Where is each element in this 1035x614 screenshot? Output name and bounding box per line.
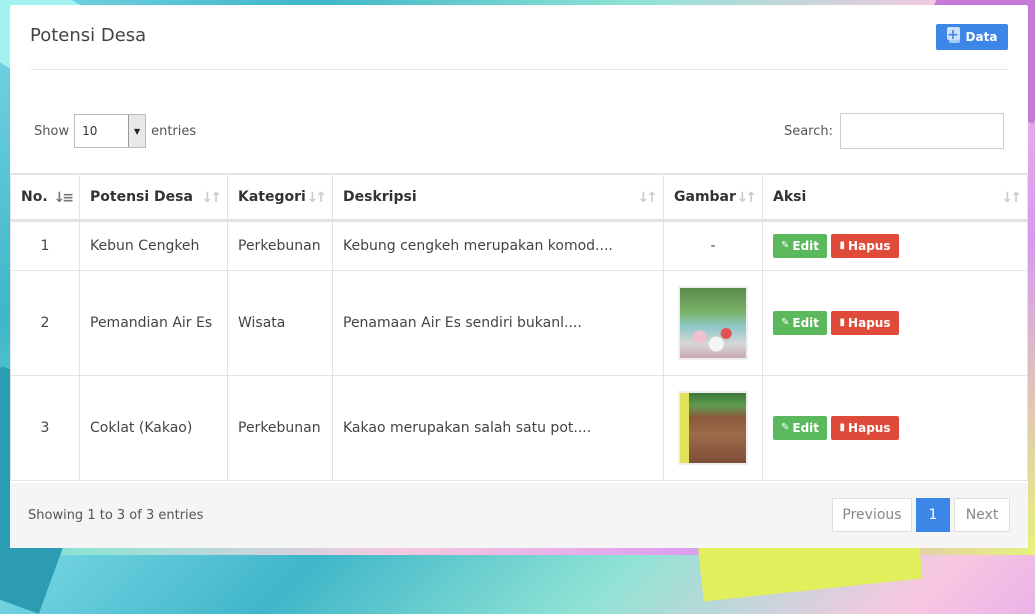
edit-button[interactable]: ✎ Edit: [773, 415, 827, 440]
content-panel: Potensi Desa Data Show 10 ▼ entries Sear…: [10, 5, 1028, 548]
cell-no: 2: [10, 269, 80, 376]
cell-potensi: Pemandian Air Es: [79, 269, 228, 376]
chevron-down-icon[interactable]: ▼: [128, 115, 146, 147]
next-page-button[interactable]: Next: [954, 498, 1010, 532]
pencil-icon: ✎: [780, 422, 790, 433]
pencil-icon: ✎: [780, 317, 790, 328]
add-icon: [946, 27, 961, 44]
sort-icon: ↓↑: [736, 190, 758, 206]
previous-page-button[interactable]: Previous: [832, 498, 912, 532]
cell-kategori: Wisata: [227, 269, 333, 376]
cell-deskripsi: Kakao merupakan salah satu pot....: [332, 374, 664, 481]
data-table: No. ↓≡ Potensi Desa ↓↑ Kategori ↓↑ Deskr…: [10, 173, 1028, 481]
table-header-row: No. ↓≡ Potensi Desa ↓↑ Kategori ↓↑ Deskr…: [10, 173, 1028, 222]
cell-gambar: [663, 269, 763, 376]
column-header-aksi[interactable]: Aksi ↓↑: [762, 173, 1028, 222]
column-header-gambar[interactable]: Gambar ↓↑: [663, 173, 763, 222]
delete-button[interactable]: ▮ Hapus: [831, 310, 899, 335]
edit-label: Edit: [792, 420, 820, 435]
edit-button[interactable]: ✎ Edit: [773, 233, 827, 258]
column-header-label: No.: [21, 188, 48, 205]
column-header-label: Potensi Desa: [90, 188, 193, 205]
column-header-label: Kategori: [238, 188, 306, 205]
cell-aksi: ✎ Edit ▮ Hapus: [762, 374, 1028, 481]
column-header-no[interactable]: No. ↓≡: [10, 173, 80, 222]
sort-icon: ↓↑: [201, 190, 223, 206]
entries-select[interactable]: 10 ▼: [74, 114, 147, 148]
column-header-label: Aksi: [773, 188, 807, 205]
cell-no: 1: [10, 219, 80, 271]
cell-gambar: -: [663, 219, 763, 271]
edit-label: Edit: [792, 315, 820, 330]
delete-label: Hapus: [848, 238, 891, 253]
column-header-potensi[interactable]: Potensi Desa ↓↑: [79, 173, 228, 222]
sort-icon: ↓↑: [637, 190, 659, 206]
sort-icon: ↓↑: [1001, 190, 1023, 206]
search-filter: Search:: [784, 113, 1004, 149]
search-input[interactable]: [840, 113, 1004, 149]
page-title: Potensi Desa: [30, 25, 147, 46]
edit-button[interactable]: ✎ Edit: [773, 310, 827, 335]
cell-deskripsi: Kebung cengkeh merupakan komod....: [332, 219, 664, 271]
table-footer: Showing 1 to 3 of 3 entries Previous 1 N…: [10, 483, 1028, 548]
table-row: 2 Pemandian Air Es Wisata Penamaan Air E…: [10, 269, 1028, 376]
column-header-label: Deskripsi: [343, 188, 417, 205]
pencil-icon: ✎: [780, 240, 790, 251]
pagination: Previous 1 Next: [832, 498, 1010, 532]
delete-button[interactable]: ▮ Hapus: [831, 415, 899, 440]
cell-kategori: Perkebunan: [227, 219, 333, 271]
column-header-kategori[interactable]: Kategori ↓↑: [227, 173, 333, 222]
column-header-deskripsi[interactable]: Deskripsi ↓↑: [332, 173, 664, 222]
kakao-thumbnail-image[interactable]: [678, 390, 748, 465]
cell-aksi: ✎ Edit ▮ Hapus: [762, 219, 1028, 271]
add-data-button[interactable]: Data: [936, 24, 1008, 50]
column-header-label: Gambar: [674, 188, 736, 205]
sort-icon: ↓↑: [306, 190, 328, 206]
table-row: 3 Coklat (Kakao) Perkebunan Kakao merupa…: [10, 374, 1028, 481]
trash-icon: ▮: [839, 317, 846, 328]
entries-info: Showing 1 to 3 of 3 entries: [28, 508, 204, 523]
delete-label: Hapus: [848, 315, 891, 330]
cell-gambar: [663, 374, 763, 481]
add-data-label: Data: [965, 30, 998, 44]
sort-asc-icon: ↓≡: [53, 190, 75, 206]
pool-thumbnail-image[interactable]: [678, 285, 748, 360]
cell-potensi: Coklat (Kakao): [79, 374, 228, 481]
table-controls: Show 10 ▼ entries Search:: [10, 113, 1028, 153]
trash-icon: ▮: [839, 422, 846, 433]
entries-length: Show 10 ▼ entries: [34, 113, 196, 149]
show-label: Show: [34, 123, 70, 139]
cell-potensi: Kebun Cengkeh: [79, 219, 228, 271]
cell-aksi: ✎ Edit ▮ Hapus: [762, 269, 1028, 376]
cell-no: 3: [10, 374, 80, 481]
entries-select-value: 10: [82, 124, 98, 138]
delete-button[interactable]: ▮ Hapus: [831, 233, 899, 258]
table-row: 1 Kebun Cengkeh Perkebunan Kebung cengke…: [10, 219, 1028, 271]
cell-kategori: Perkebunan: [227, 374, 333, 481]
delete-label: Hapus: [848, 420, 891, 435]
page-1-button[interactable]: 1: [916, 498, 950, 532]
search-label: Search:: [783, 123, 833, 139]
cell-deskripsi: Penamaan Air Es sendiri bukanl....: [332, 269, 664, 376]
trash-icon: ▮: [839, 240, 846, 251]
entries-label: entries: [151, 123, 197, 139]
panel-header: Potensi Desa Data: [30, 5, 1008, 70]
edit-label: Edit: [792, 238, 820, 253]
